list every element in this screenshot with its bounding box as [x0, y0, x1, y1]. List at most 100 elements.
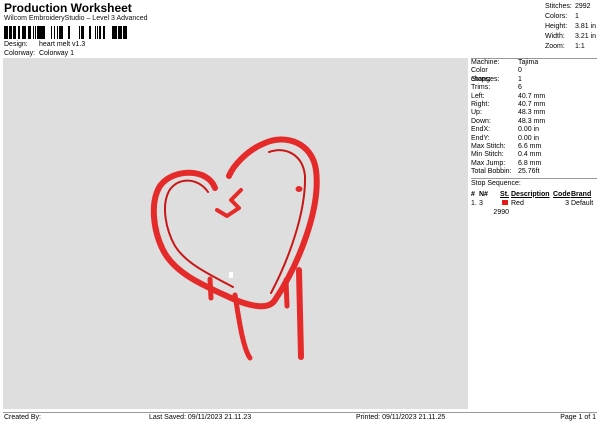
machine-info-row: EndX: 0.00 in	[471, 126, 597, 134]
drip-left	[207, 276, 214, 301]
barcode-bar	[42, 26, 43, 39]
barcode-bar	[30, 26, 31, 39]
machine-info-label: Machine:	[471, 59, 500, 66]
color-swatch	[502, 200, 508, 206]
machine-info-value: 48.3 mm	[518, 117, 546, 125]
colorway-row: Colorway: Colorway 1	[4, 50, 74, 57]
software-subtitle: Wilcom EmbroideryStudio – Level 3 Advanc…	[4, 15, 148, 22]
cell-n: 3	[479, 199, 483, 207]
stat-row: Width: 3.21 in	[545, 32, 596, 42]
barcode-bar	[81, 26, 83, 39]
machine-info-row: Min Stitch: 0.4 mm	[471, 151, 597, 159]
machine-info-row: Trims: 6	[471, 84, 597, 92]
stat-value: 2992	[575, 3, 591, 10]
machine-info-row: Max Stitch: 6.6 mm	[471, 143, 597, 151]
barcode-bar	[39, 26, 40, 39]
design-value: heart melt v1.3	[38, 41, 86, 48]
stop-sequence-label: Stop Sequence:	[471, 180, 597, 188]
cell-st: 2990	[491, 199, 511, 217]
barcode-bar	[14, 26, 15, 39]
col-st: St.	[500, 190, 509, 198]
barcode-bar	[51, 26, 52, 39]
machine-info-row: Up: 48.3 mm	[471, 109, 597, 117]
machine-info-row: Stops: 1	[471, 76, 597, 84]
stat-value: 1:1	[575, 43, 585, 50]
col-idx: #	[471, 190, 475, 198]
heart-melt-design	[150, 136, 320, 361]
machine-info-panel: Machine: Tajima Color changes: 0 Stops: 1 Trim…	[471, 58, 597, 217]
barcode-bar	[123, 26, 125, 39]
heart-shine-dot	[295, 186, 303, 192]
footer-printed: Printed: 09/11/2023 21.11.25	[356, 414, 446, 421]
machine-info-value: 6.8 mm	[518, 159, 542, 167]
footer-last-saved: Last Saved: 09/11/2023 21.11.23	[149, 414, 252, 421]
barcode-bar	[112, 26, 113, 39]
cell-st-value: 2990	[493, 208, 509, 216]
barcode-bar	[38, 26, 39, 39]
stat-value: 1	[575, 13, 579, 20]
heart-inner-stroke	[164, 179, 234, 288]
cell-idx: 1.	[471, 199, 477, 207]
col-code: Code	[553, 190, 571, 198]
machine-info-value: 0.00 in	[518, 134, 540, 142]
barcode-bar	[116, 26, 117, 39]
machine-info-label: Left:	[471, 92, 485, 100]
barcode-bar	[6, 26, 8, 39]
machine-info-row: Left: 40.7 mm	[471, 93, 597, 101]
barcode-bar	[89, 26, 90, 39]
barcode-bar	[23, 26, 25, 39]
machine-info-row: Max Jump: 6.8 mm	[471, 160, 597, 168]
col-brand: Brand	[571, 190, 592, 198]
machine-rows: Machine: Tajima Color changes: 0 Stops: 1 Trim…	[471, 59, 597, 176]
machine-info-value: 0.00 in	[518, 126, 540, 134]
drip-middle	[283, 277, 290, 309]
machine-info-label: Up:	[471, 109, 482, 117]
stat-label: Zoom:	[545, 43, 565, 50]
barcode-bar	[68, 26, 70, 39]
machine-info-label: Right:	[471, 100, 490, 108]
footer-page: Page 1 of 1	[560, 414, 596, 421]
machine-info-label: EndY:	[471, 134, 490, 142]
machine-info-value: 6	[518, 84, 522, 92]
barcode-bar	[10, 26, 12, 39]
machine-info-label: Trims:	[471, 84, 491, 92]
barcode-bar	[54, 26, 55, 39]
machine-info-label: EndX:	[471, 126, 491, 134]
barcode-bar	[97, 26, 98, 39]
barcode-bar	[15, 26, 16, 39]
stat-row: Height: 3.81 in	[545, 22, 596, 32]
machine-info-value: 0	[518, 67, 522, 75]
heart-outline-stroke	[150, 136, 320, 310]
stop-sequence-header: # N# St. Description Code Brand	[471, 190, 597, 199]
barcode-bar	[29, 26, 30, 39]
machine-info-row: EndY: 0.00 in	[471, 135, 597, 143]
barcode-bar	[9, 26, 10, 39]
barcode-bar	[4, 26, 5, 39]
barcode-bar	[33, 26, 34, 39]
machine-info-value: 25.76ft	[518, 168, 540, 176]
stat-label: Width:	[545, 33, 565, 40]
barcode-bar	[22, 26, 23, 39]
barcode-bar	[79, 26, 80, 39]
barcode-bar	[115, 26, 116, 39]
barcode-bar	[61, 26, 63, 39]
cell-desc: Red	[511, 199, 524, 207]
stat-row: Stitches: 2992	[545, 2, 596, 12]
barcode-bar	[99, 26, 101, 39]
machine-info-label: Total Bobbin:	[471, 168, 512, 176]
barcode-bar	[118, 26, 120, 39]
cell-brand: Default	[571, 199, 594, 207]
heart-crack	[215, 188, 243, 218]
table-row: 1. 3 2990 Red 3 Default	[471, 199, 597, 217]
stat-label: Height:	[545, 23, 568, 30]
machine-info-value: 6.6 mm	[518, 142, 542, 150]
machine-info-row: Machine: Tajima	[471, 59, 597, 67]
col-desc: Description	[511, 190, 550, 198]
stat-row: Colors: 1	[545, 12, 596, 22]
design-row: Design: heart melt v1.3	[4, 41, 85, 48]
machine-info-value: Tajima	[518, 59, 539, 66]
barcode-bar	[28, 26, 29, 39]
barcode-bar	[43, 26, 44, 39]
colorway-label: Colorway:	[4, 50, 36, 57]
stat-row: Zoom: 1:1	[545, 42, 596, 52]
